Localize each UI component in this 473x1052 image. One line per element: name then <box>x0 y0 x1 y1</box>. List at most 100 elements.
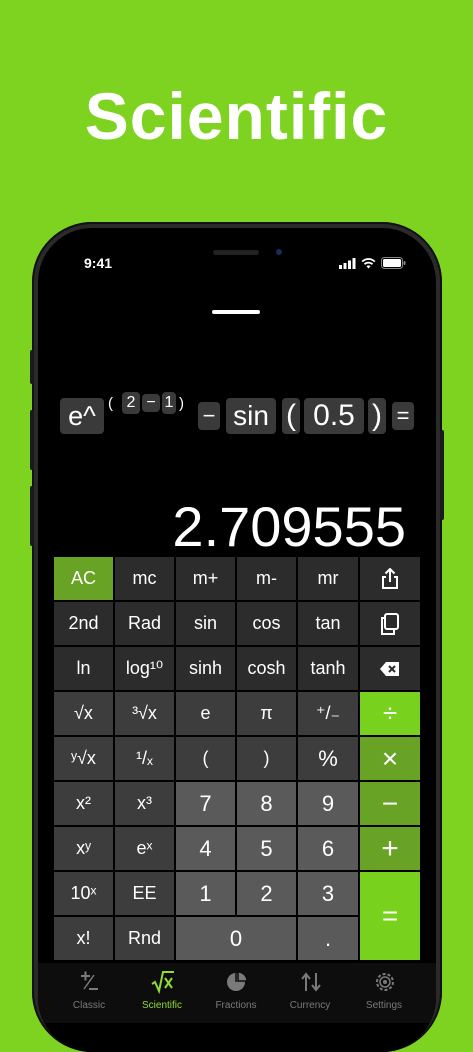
expr-minus: − <box>142 394 160 412</box>
cos-key[interactable]: cos <box>236 601 297 646</box>
share-button[interactable] <box>359 556 421 601</box>
m-minus-key[interactable]: m- <box>236 556 297 601</box>
sheet-grabber[interactable] <box>212 310 260 314</box>
expr-open-paren-2: ( <box>282 398 300 434</box>
digit-5-key[interactable]: 5 <box>236 826 297 871</box>
digit-9-key[interactable]: 9 <box>297 781 359 826</box>
tab-currency[interactable]: Currency <box>275 963 345 1023</box>
expr-minus-operator: − <box>198 402 220 430</box>
expr-value: 0.5 <box>304 398 364 434</box>
headline: Scientific <box>84 79 389 153</box>
right-paren-key[interactable]: ) <box>236 736 297 781</box>
percent-key[interactable]: % <box>297 736 359 781</box>
expr-close-paren: ) <box>179 395 184 412</box>
digit-1-key[interactable]: 1 <box>175 871 236 916</box>
tab-scientific-label: Scientific <box>141 1000 182 1011</box>
equals-key[interactable]: = <box>359 871 421 961</box>
volume-up-button <box>30 410 34 470</box>
digit-8-key[interactable]: 8 <box>236 781 297 826</box>
m-plus-key[interactable]: m+ <box>175 556 236 601</box>
tab-settings[interactable]: Settings <box>349 963 419 1023</box>
expr-two: 2 <box>122 392 140 414</box>
sqrt-key[interactable]: √x <box>53 691 114 736</box>
expr-sin: sin <box>226 398 276 434</box>
digit-4-key[interactable]: 4 <box>175 826 236 871</box>
tab-bar: Classic Scientific Fractions Currency Se… <box>38 963 436 1023</box>
ten-power-x-key[interactable]: 10ˣ <box>53 871 114 916</box>
copy-button[interactable] <box>359 601 421 646</box>
tab-classic[interactable]: Classic <box>54 963 124 1023</box>
status-time: 9:41 <box>84 255 113 271</box>
tab-fractions[interactable]: Fractions <box>201 963 271 1023</box>
log10-key[interactable]: log¹⁰ <box>114 646 175 691</box>
left-paren-key[interactable]: ( <box>175 736 236 781</box>
plus-minus-key[interactable]: ⁺/₋ <box>297 691 359 736</box>
mc-key[interactable]: mc <box>114 556 175 601</box>
tab-scientific[interactable]: Scientific <box>127 963 197 1023</box>
digit-0-key[interactable]: 0 <box>175 916 297 961</box>
pie-chart-icon <box>227 971 248 991</box>
ln-key[interactable]: ln <box>53 646 114 691</box>
signal-icon <box>339 257 356 269</box>
tab-currency-label: Currency <box>289 1000 331 1011</box>
tab-settings-label: Settings <box>365 1000 403 1011</box>
expr-open-paren: ( <box>108 395 113 412</box>
second-key[interactable]: 2nd <box>53 601 114 646</box>
exchange-arrows-icon <box>301 972 321 992</box>
decimal-key[interactable]: . <box>297 916 359 961</box>
rad-key[interactable]: Rad <box>114 601 175 646</box>
pi-key[interactable]: π <box>236 691 297 736</box>
status-icons <box>339 257 406 269</box>
sin-key[interactable]: sin <box>175 601 236 646</box>
backspace-icon <box>380 661 399 676</box>
tab-fractions-label: Fractions <box>215 1000 257 1011</box>
cosh-key[interactable]: cosh <box>236 646 297 691</box>
expr-equals: = <box>392 402 414 430</box>
volume-down-button <box>30 486 34 546</box>
rnd-key[interactable]: Rnd <box>114 916 175 961</box>
minus-key[interactable]: − <box>359 781 421 826</box>
mr-key[interactable]: mr <box>297 556 359 601</box>
e-key[interactable]: e <box>175 691 236 736</box>
mute-switch <box>30 350 34 384</box>
expression-display: e^ ( 2 − 1 ) − sin ( 0.5 ) = <box>58 388 418 448</box>
reciprocal-key[interactable]: ¹/ₓ <box>114 736 175 781</box>
speaker <box>213 250 259 255</box>
battery-icon <box>381 257 406 269</box>
wifi-icon <box>361 257 376 268</box>
power-button <box>440 430 444 520</box>
cbrt-key[interactable]: ³√x <box>114 691 175 736</box>
ee-key[interactable]: EE <box>114 871 175 916</box>
divide-key[interactable]: ÷ <box>359 691 421 736</box>
keypad: AC mc m+ m- mr 2nd Rad sin cos tan ln lo… <box>53 556 421 961</box>
digit-2-key[interactable]: 2 <box>236 871 297 916</box>
copy-icon <box>381 612 399 635</box>
e-power-x-key[interactable]: eˣ <box>114 826 175 871</box>
backspace-button[interactable] <box>359 646 421 691</box>
cube-key[interactable]: x³ <box>114 781 175 826</box>
tan-key[interactable]: tan <box>297 601 359 646</box>
plus-key[interactable]: + <box>359 826 421 871</box>
digit-3-key[interactable]: 3 <box>297 871 359 916</box>
square-key[interactable]: x² <box>53 781 114 826</box>
expr-e-power: e^ <box>60 398 104 434</box>
multiply-key[interactable]: × <box>359 736 421 781</box>
tanh-key[interactable]: tanh <box>297 646 359 691</box>
expr-close-paren-2: ) <box>368 398 386 434</box>
x-power-y-key[interactable]: xʸ <box>53 826 114 871</box>
result-display: 2.709555 <box>172 495 406 558</box>
phone-screen: 9:41 e^ ( 2 − 1 ) − sin ( 0.5 ) = 2.7095… <box>38 228 436 1052</box>
sinh-key[interactable]: sinh <box>175 646 236 691</box>
tab-classic-label: Classic <box>72 1000 106 1011</box>
factorial-key[interactable]: x! <box>53 916 114 961</box>
expr-one: 1 <box>162 392 176 414</box>
share-icon <box>382 567 398 589</box>
gear-icon <box>376 973 394 991</box>
plus-minus-icon <box>81 971 98 990</box>
digit-6-key[interactable]: 6 <box>297 826 359 871</box>
square-root-icon <box>151 971 174 995</box>
ac-key[interactable]: AC <box>53 556 114 601</box>
camera <box>276 249 282 255</box>
y-root-key[interactable]: ʸ√x <box>53 736 114 781</box>
digit-7-key[interactable]: 7 <box>175 781 236 826</box>
